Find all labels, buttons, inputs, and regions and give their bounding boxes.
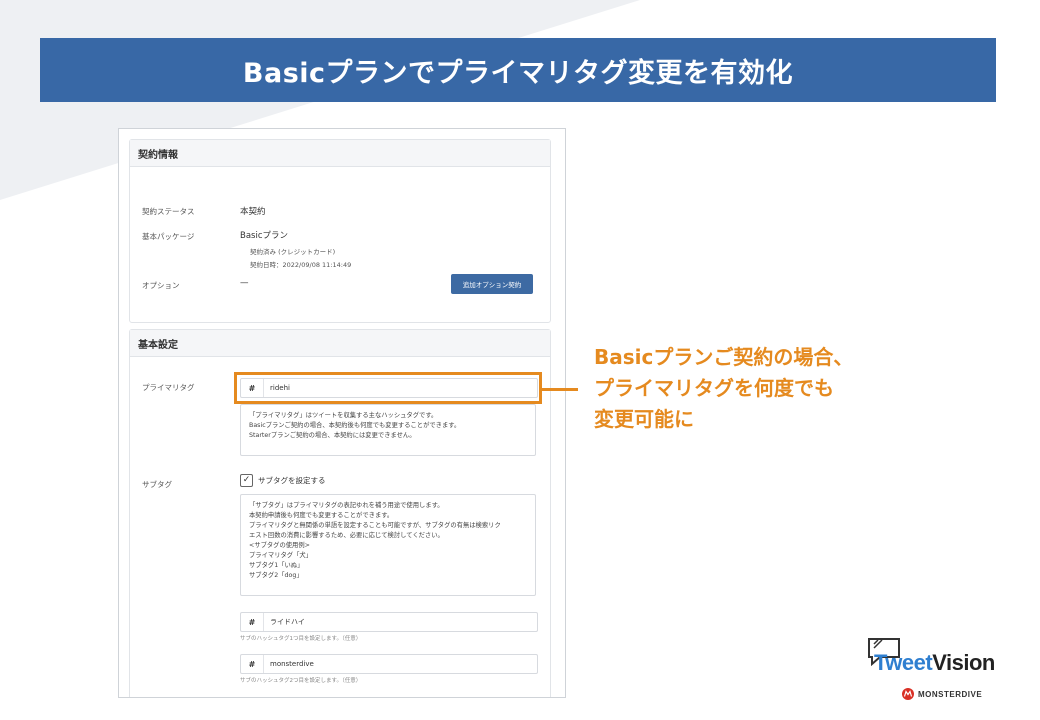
subtag-desc-line: 「サブタグ」はプライマリタグの表記ゆれを補う用途で使用します。 — [249, 502, 444, 509]
subtag-desc-line: <サブタグの使用例> — [249, 542, 310, 549]
callout-line: Basicプランご契約の場合、 — [594, 345, 854, 369]
banner-title-text: Basicプランでプライマリタグ変更を有効化 — [242, 57, 794, 89]
subtag-checkbox[interactable]: ✓ — [240, 474, 253, 487]
subtag2-value: monsterdive — [270, 660, 314, 668]
subtag-desc-line: 本契約申請後も何度でも変更することができます。 — [249, 512, 394, 519]
basic-settings-header: 基本設定 — [130, 330, 550, 357]
hash-icon: # — [241, 613, 264, 631]
settings-screenshot: 契約情報 契約ステータス 本契約 基本パッケージ Basicプラン 契約済み (… — [118, 128, 566, 698]
callout-line: 変更可能に — [594, 407, 694, 431]
primary-desc-line: Basicプランご契約の場合、本契約後も何度でも変更することができます。 — [249, 422, 461, 429]
contract-card-header: 契約情報 — [130, 140, 550, 167]
monsterdive-text: MONSTERDIVE — [918, 689, 983, 699]
callout-text: Basicプランご契約の場合、 プライマリタグを何度でも 変更可能に — [594, 342, 853, 435]
package-date: 契約日時：2022/09/08 11:14:49 — [250, 261, 352, 269]
tweetvision-logo: TweetVision MONSTERDIVE — [860, 630, 1020, 706]
option-label: オプション — [142, 281, 180, 290]
add-option-button[interactable]: 追加オプション契約 — [451, 274, 533, 294]
logo-vision: Vision — [932, 650, 995, 675]
option-value: — — [240, 278, 249, 288]
logo-wordmark: TweetVision — [874, 650, 995, 676]
banner-title: Basicプランでプライマリタグ変更を有効化 — [40, 38, 996, 102]
monsterdive-brand: MONSTERDIVE — [902, 688, 982, 700]
package-label: 基本パッケージ — [142, 232, 195, 241]
package-payment: 契約済み (クレジットカード) — [250, 248, 336, 256]
subtag-checkbox-label: サブタグを設定する — [258, 476, 326, 485]
subtag-desc-line: サブタグ1「いぬ」 — [249, 562, 304, 569]
callout-connector-line — [542, 388, 578, 391]
subtag1-value: ライドハイ — [270, 618, 305, 626]
subtag-desc-line: サブタグ2「dog」 — [249, 572, 303, 579]
subtag2-input[interactable]: # monsterdive — [240, 654, 538, 674]
primary-desc-line: 「プライマリタグ」はツイートを収集する主なハッシュタグです。 — [249, 412, 438, 419]
subtag-desc-line: プライマリタグ「犬」 — [249, 552, 312, 559]
contract-status-value: 本契約 — [240, 207, 266, 217]
primary-tag-highlight — [234, 372, 542, 404]
subtag1-input[interactable]: # ライドハイ — [240, 612, 538, 632]
logo-tweet: Tweet — [874, 650, 933, 675]
subtag1-help: サブのハッシュタグ1つ目を設定します。（任意） — [240, 636, 362, 642]
primary-desc-line: Starterプランご契約の場合、本契約には変更できません。 — [249, 432, 416, 439]
primary-tag-description: 「プライマリタグ」はツイートを収集する主なハッシュタグです。 Basicプランご… — [240, 404, 536, 456]
contract-status-label: 契約ステータス — [142, 207, 195, 216]
package-value: Basicプラン — [240, 231, 289, 241]
callout-line: プライマリタグを何度でも — [594, 376, 834, 400]
primary-tag-label: プライマリタグ — [142, 383, 195, 392]
subtag-label: サブタグ — [142, 480, 172, 489]
contract-card: 契約情報 契約ステータス 本契約 基本パッケージ Basicプラン 契約済み (… — [129, 139, 551, 323]
subtag-desc-line: プライマリタグと無関係の単語を設定することも可能ですが、サブタグの有無は検索リク — [249, 522, 501, 529]
subtag2-help: サブのハッシュタグ2つ目を設定します。（任意） — [240, 678, 362, 684]
subtag-desc-line: エスト回数の消費に影響するため、必要に応じて検討してください。 — [249, 532, 444, 539]
monsterdive-mark-icon — [902, 688, 914, 700]
subtag-description[interactable]: 「サブタグ」はプライマリタグの表記ゆれを補う用途で使用します。 本契約申請後も何… — [240, 494, 536, 596]
hash-icon: # — [241, 655, 264, 673]
